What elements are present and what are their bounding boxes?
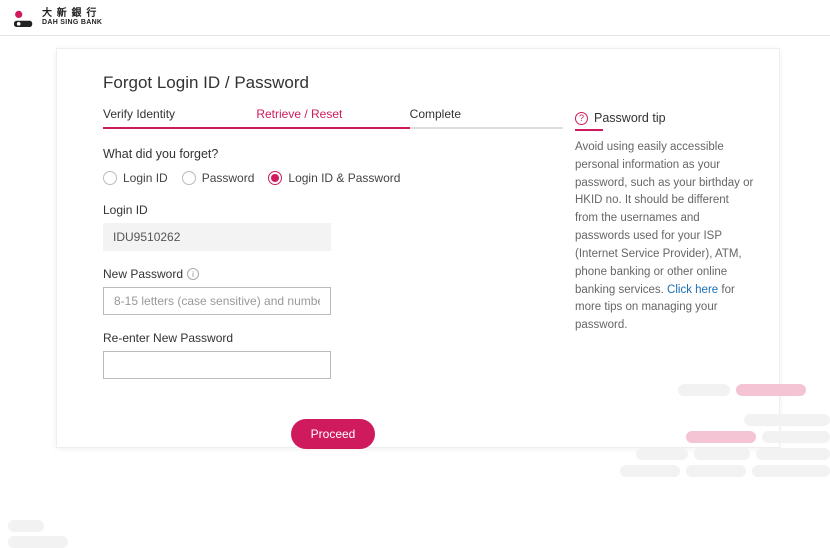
- option-label: Login ID: [123, 171, 168, 185]
- radio-icon: [268, 171, 282, 185]
- logo-icon: [14, 9, 36, 27]
- step-retrieve: Retrieve / Reset: [256, 107, 409, 129]
- reenter-password-label: Re-enter New Password: [103, 331, 563, 345]
- question-icon: ?: [575, 112, 588, 125]
- brand-logo: 大 新 銀 行 DAH SING BANK: [14, 9, 102, 27]
- brand-name-cn: 大 新 銀 行: [42, 9, 102, 19]
- password-tip-panel: ? Password tip Avoid using easily access…: [575, 111, 755, 335]
- info-icon[interactable]: i: [187, 268, 199, 280]
- option-label: Password: [202, 171, 255, 185]
- tip-body: Avoid using easily accessible personal i…: [575, 139, 755, 335]
- progress-stepper: Verify Identity Retrieve / Reset Complet…: [103, 107, 563, 129]
- login-id-value: IDU9510262: [103, 223, 331, 251]
- tip-title: Password tip: [594, 111, 666, 125]
- forget-question: What did you forget?: [103, 147, 563, 161]
- tip-underline: [575, 129, 603, 131]
- tip-link[interactable]: Click here: [667, 284, 718, 296]
- proceed-button[interactable]: Proceed: [291, 419, 376, 449]
- main-card: Forgot Login ID / Password Verify Identi…: [56, 48, 780, 448]
- forget-options: Login ID Password Login ID & Password: [103, 171, 563, 185]
- step-verify: Verify Identity: [103, 107, 256, 129]
- step-complete: Complete: [410, 107, 563, 129]
- new-password-label: New Password i: [103, 267, 563, 281]
- radio-icon: [182, 171, 196, 185]
- radio-icon: [103, 171, 117, 185]
- option-label: Login ID & Password: [288, 171, 400, 185]
- login-id-label: Login ID: [103, 203, 563, 217]
- option-password[interactable]: Password: [182, 171, 255, 185]
- page-title: Forgot Login ID / Password: [103, 73, 563, 93]
- app-header: 大 新 銀 行 DAH SING BANK: [0, 0, 830, 36]
- reenter-password-input[interactable]: [103, 351, 331, 379]
- option-login-id-and-password[interactable]: Login ID & Password: [268, 171, 400, 185]
- brand-name-en: DAH SING BANK: [42, 19, 102, 26]
- new-password-input[interactable]: [103, 287, 331, 315]
- option-login-id[interactable]: Login ID: [103, 171, 168, 185]
